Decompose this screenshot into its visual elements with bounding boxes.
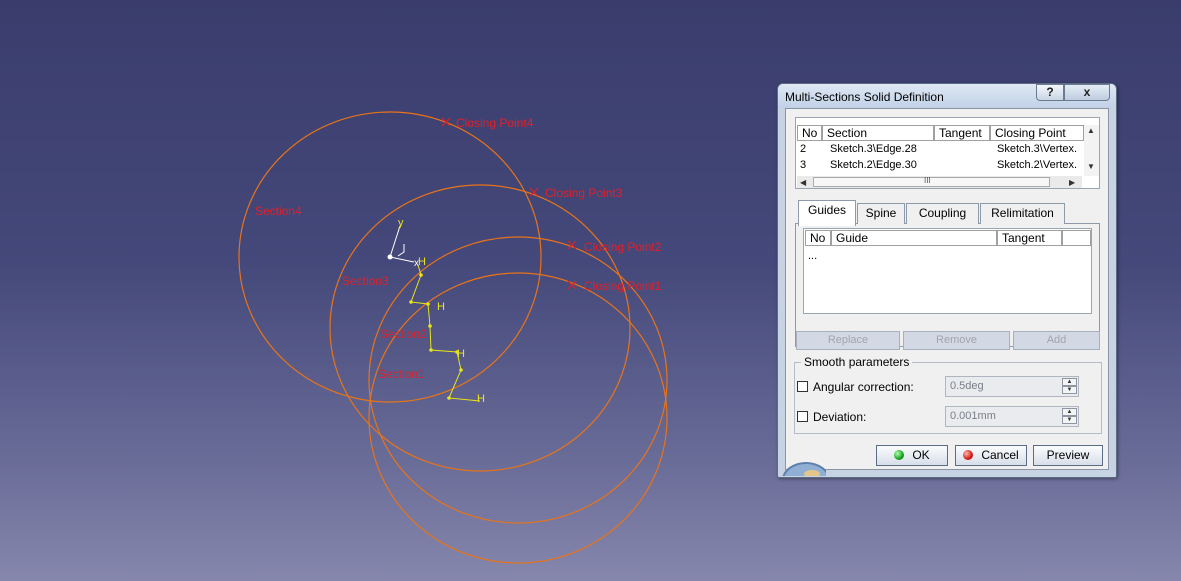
deviation-checkbox[interactable]: [797, 411, 808, 422]
deviation-spinner[interactable]: 0.001mm ▲ ▼: [945, 406, 1079, 427]
tab-relimitation[interactable]: Relimitation: [980, 203, 1065, 224]
sketch-vertex: [447, 396, 451, 400]
h-constraint-label: H: [418, 256, 426, 268]
column-header-no[interactable]: No: [805, 230, 831, 246]
row1-no[interactable]: 2: [800, 143, 806, 155]
globe-logo-icon: [782, 450, 826, 476]
scroll-down-arrow-icon[interactable]: ▼: [1087, 162, 1095, 171]
sections-vscroll[interactable]: ▲ ▼: [1084, 125, 1099, 176]
sketch-vertex: [459, 368, 463, 372]
section2-label: Section2: [380, 327, 427, 341]
replace-button[interactable]: Replace: [796, 331, 900, 350]
column-header-closing-point[interactable]: Closing Point: [990, 125, 1084, 141]
closing-point-labels: Closing Point4 Closing Point3 Closing Po…: [456, 116, 662, 293]
ok-green-led-icon: [894, 450, 905, 460]
section-curves: [238, 111, 668, 564]
deviation-label: Deviation:: [813, 410, 867, 424]
guide-placeholder-row[interactable]: ...: [808, 250, 817, 262]
spin-up-icon[interactable]: ▲: [1062, 408, 1077, 416]
cancel-button[interactable]: Cancel: [955, 445, 1027, 466]
ok-button[interactable]: OK: [876, 445, 948, 466]
sketch-vertex: [409, 300, 413, 304]
column-header-tangent[interactable]: Tangent: [997, 230, 1062, 246]
ok-label: OK: [912, 448, 930, 462]
closing-point2-label: Closing Point2: [584, 240, 662, 254]
row2-no[interactable]: 3: [800, 159, 806, 171]
axis-system: y x: [387, 217, 419, 269]
closing-point1-marker[interactable]: [567, 280, 577, 290]
h-constraint-label: H: [457, 348, 465, 360]
scroll-right-arrow-icon[interactable]: ▶: [1069, 178, 1075, 187]
column-header-tangent[interactable]: Tangent: [934, 125, 990, 141]
column-header-guide[interactable]: Guide: [831, 230, 997, 246]
sections-hscroll[interactable]: ◀ III ▶: [797, 176, 1082, 188]
column-header-empty: [1062, 230, 1091, 246]
guides-list[interactable]: No Guide Tangent ...: [803, 228, 1092, 314]
angular-correction-label: Angular correction:: [813, 380, 914, 394]
closing-point2-marker[interactable]: [567, 240, 577, 250]
hscroll-grip: III: [924, 176, 931, 185]
remove-button[interactable]: Remove: [903, 331, 1010, 350]
h-constraint-label: H: [477, 393, 485, 405]
row2-closing-point[interactable]: Sketch.2\Vertex.: [997, 159, 1083, 171]
dialog-client: No Section Tangent Closing Point 2 Sketc…: [785, 108, 1109, 470]
sketch-vertex: [428, 324, 432, 328]
angular-correction-checkbox[interactable]: [797, 381, 808, 392]
spin-up-icon[interactable]: ▲: [1062, 378, 1077, 386]
y-axis-label: y: [398, 217, 404, 229]
section1-curve[interactable]: [368, 272, 668, 564]
x-axis-label: x: [414, 258, 419, 269]
hscroll-thumb[interactable]: III: [813, 176, 1050, 187]
tab-spine[interactable]: Spine: [857, 203, 905, 224]
help-button[interactable]: ?: [1036, 84, 1064, 101]
sections-list[interactable]: No Section Tangent Closing Point 2 Sketc…: [795, 117, 1100, 189]
closing-point1-label: Closing Point1: [584, 279, 662, 293]
h-constraint-labels: H H H H: [418, 256, 485, 405]
multi-sections-solid-dialog: Multi-Sections Solid Definition ? x No S…: [777, 83, 1117, 478]
h-constraint-label: H: [437, 301, 445, 313]
section-labels: Section4 Section3 Section2 Section1: [255, 204, 427, 381]
row1-section[interactable]: Sketch.3\Edge.28: [830, 143, 917, 155]
closing-point3-label: Closing Point3: [545, 186, 623, 200]
cancel-label: Cancel: [981, 448, 1019, 462]
column-header-no[interactable]: No: [797, 125, 822, 141]
spin-down-icon[interactable]: ▼: [1062, 386, 1077, 394]
smooth-parameters-title: Smooth parameters: [801, 355, 913, 369]
close-button[interactable]: x: [1064, 84, 1110, 101]
scroll-left-arrow-icon[interactable]: ◀: [800, 178, 806, 187]
section1-label: Section1: [378, 367, 425, 381]
spin-down-icon[interactable]: ▼: [1062, 416, 1077, 424]
closing-point4-marker[interactable]: [441, 117, 451, 127]
angular-spin-buttons[interactable]: ▲ ▼: [1062, 378, 1077, 395]
section3-curve[interactable]: [329, 184, 631, 472]
tab-coupling[interactable]: Coupling: [906, 203, 979, 224]
angular-correction-spinner[interactable]: 0.5deg ▲ ▼: [945, 376, 1079, 397]
column-header-section[interactable]: Section: [822, 125, 934, 141]
section4-label: Section4: [255, 204, 302, 218]
row1-closing-point[interactable]: Sketch.3\Vertex.: [997, 143, 1083, 155]
sketch-vertex: [419, 273, 423, 277]
closing-points: [441, 117, 577, 290]
angular-correction-value: 0.5deg: [950, 380, 984, 392]
tab-guides[interactable]: Guides: [798, 200, 856, 226]
dialog-title: Multi-Sections Solid Definition: [785, 90, 944, 104]
dialog-titlebar[interactable]: Multi-Sections Solid Definition ? x: [778, 84, 1116, 108]
deviation-spin-buttons[interactable]: ▲ ▼: [1062, 408, 1077, 425]
add-button[interactable]: Add: [1013, 331, 1100, 350]
closing-point4-label: Closing Point4: [456, 116, 534, 130]
deviation-value: 0.001mm: [950, 410, 996, 422]
cancel-red-led-icon: [963, 450, 974, 460]
row2-section[interactable]: Sketch.2\Edge.30: [830, 159, 917, 171]
section3-label: Section3: [342, 274, 389, 288]
sketch-vertex: [426, 302, 430, 306]
scroll-up-arrow-icon[interactable]: ▲: [1087, 126, 1095, 135]
preview-button[interactable]: Preview: [1033, 445, 1103, 466]
sketch-vertex: [429, 348, 433, 352]
